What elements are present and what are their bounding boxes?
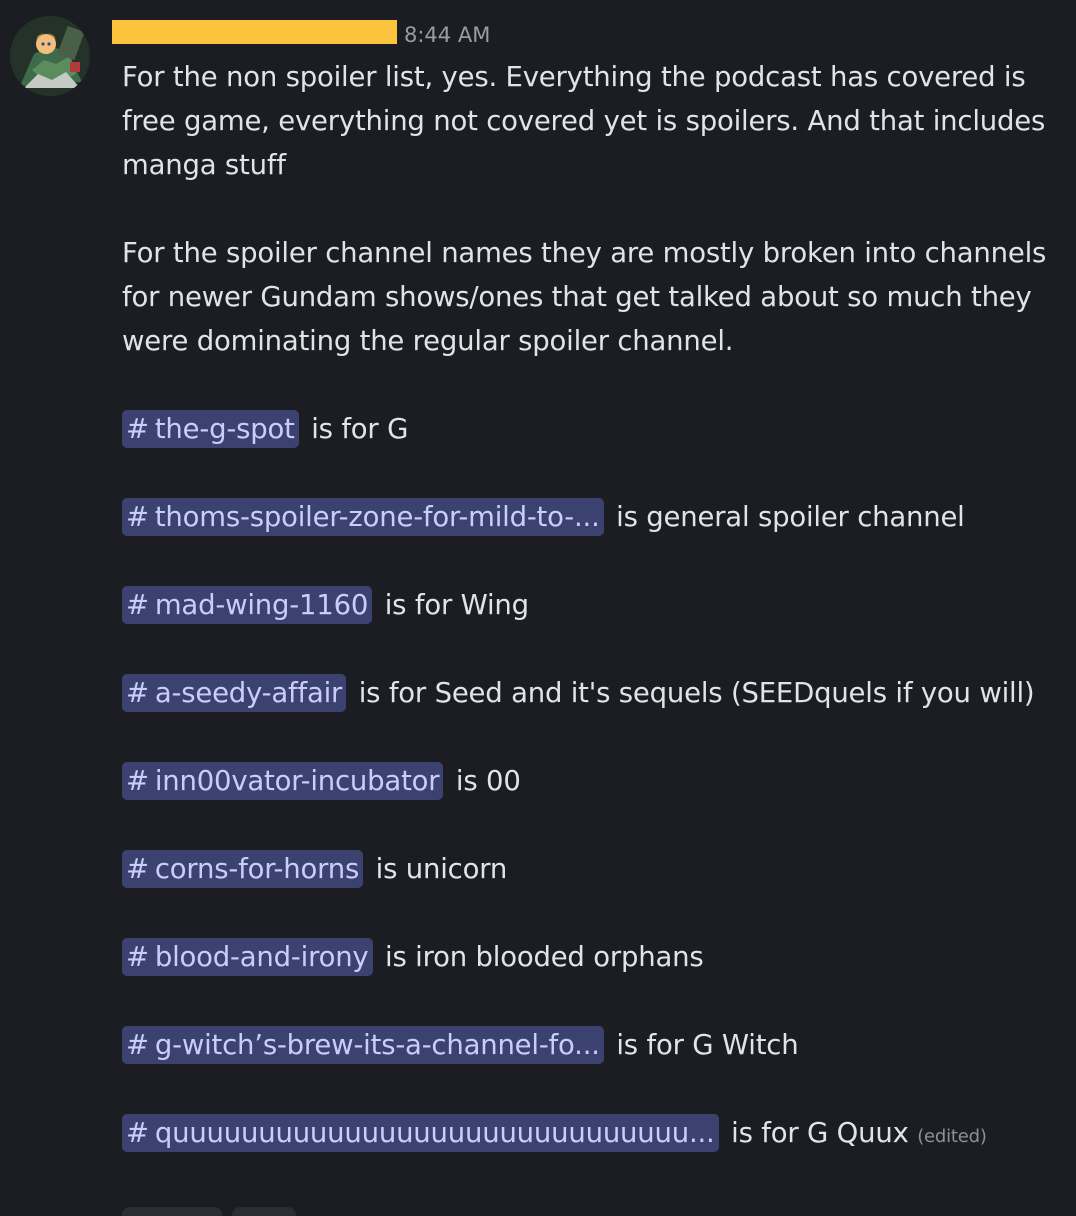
- chat-message: 8:44 AM For the non spoiler list, yes. E…: [0, 0, 1076, 1216]
- channel-description: is general spoiler channel: [607, 501, 965, 533]
- channel-description: is for G: [302, 413, 409, 445]
- channel-description: is 00: [447, 765, 521, 797]
- channel-description: is iron blooded orphans: [376, 941, 704, 973]
- channel-mention[interactable]: # the-g-spot: [122, 410, 299, 448]
- channel-hash-icon: #: [126, 677, 149, 709]
- channel-description: is unicorn: [367, 853, 508, 885]
- channel-hash-icon: #: [126, 765, 149, 797]
- channel-name: quuuuuuuuuuuuuuuuuuuuuuuuuuuuuu...: [154, 1117, 715, 1149]
- channel-line: # corns-for-horns is unicorn: [122, 847, 1062, 891]
- channel-line: # the-g-spot is for G: [122, 407, 1062, 451]
- avatar-image: [10, 16, 90, 96]
- channel-line: # g-witch’s-brew-its-a-channel-fo... is f…: [122, 1023, 1062, 1067]
- reaction-pill[interactable]: [232, 1207, 296, 1216]
- channel-mention[interactable]: # blood-and-irony: [122, 938, 373, 976]
- channel-hash-icon: #: [126, 1117, 149, 1149]
- channel-name: thoms-spoiler-zone-for-mild-to-...: [154, 501, 600, 533]
- channel-description: is for G Quux: [731, 1117, 909, 1149]
- channel-hash-icon: #: [126, 501, 149, 533]
- channel-hash-icon: #: [126, 1029, 149, 1061]
- channel-line: # quuuuuuuuuuuuuuuuuuuuuuuuuuuuuu... is f…: [122, 1111, 1062, 1159]
- channel-description: is for Wing: [376, 589, 529, 621]
- channel-mention[interactable]: # thoms-spoiler-zone-for-mild-to-...: [122, 498, 604, 536]
- channel-mention[interactable]: # g-witch’s-brew-its-a-channel-fo...: [122, 1026, 604, 1064]
- channel-name: mad-wing-1160: [154, 589, 369, 621]
- channel-description: is for G Witch: [607, 1029, 799, 1061]
- channel-mention[interactable]: # mad-wing-1160: [122, 586, 373, 624]
- redacted-username: [112, 20, 397, 44]
- channel-name: inn00vator-incubator: [154, 765, 440, 797]
- channel-hash-icon: #: [126, 853, 149, 885]
- channel-hash-icon: #: [126, 589, 149, 621]
- channel-mention[interactable]: # corns-for-horns: [122, 850, 364, 888]
- edited-label: (edited): [917, 1126, 987, 1147]
- reaction-pill[interactable]: [122, 1207, 222, 1216]
- reaction-bar: [122, 1207, 296, 1216]
- channel-description: is for Seed and it's sequels (SEEDquels …: [350, 677, 1035, 709]
- message-timestamp[interactable]: 8:44 AM: [404, 23, 490, 47]
- message-content: For the non spoiler list, yes. Everythin…: [122, 55, 1062, 1159]
- user-avatar[interactable]: [10, 16, 90, 96]
- channel-mention[interactable]: # inn00vator-incubator: [122, 762, 444, 800]
- channel-line: # thoms-spoiler-zone-for-mild-to-... is g…: [122, 495, 1062, 539]
- message-paragraph: For the non spoiler list, yes. Everythin…: [122, 61, 1046, 181]
- channel-mention[interactable]: # a-seedy-affair: [122, 674, 347, 712]
- channel-mention[interactable]: # quuuuuuuuuuuuuuuuuuuuuuuuuuuuuu...: [122, 1114, 719, 1152]
- channel-line: # mad-wing-1160 is for Wing: [122, 583, 1062, 627]
- channel-name: g-witch’s-brew-its-a-channel-fo...: [154, 1029, 600, 1061]
- message-paragraph: For the spoiler channel names they are m…: [122, 237, 1047, 357]
- channel-name: corns-for-horns: [154, 853, 360, 885]
- channel-name: blood-and-irony: [154, 941, 369, 973]
- channel-line: # inn00vator-incubator is 00: [122, 759, 1062, 803]
- channel-line: # blood-and-irony is iron blooded orphans: [122, 935, 1062, 979]
- channel-line: # a-seedy-affair is for Seed and it's seq…: [122, 671, 1062, 715]
- channel-name: a-seedy-affair: [154, 677, 343, 709]
- channel-hash-icon: #: [126, 413, 149, 445]
- message-header: 8:44 AM: [112, 18, 490, 52]
- channel-hash-icon: #: [126, 941, 149, 973]
- channel-name: the-g-spot: [154, 413, 295, 445]
